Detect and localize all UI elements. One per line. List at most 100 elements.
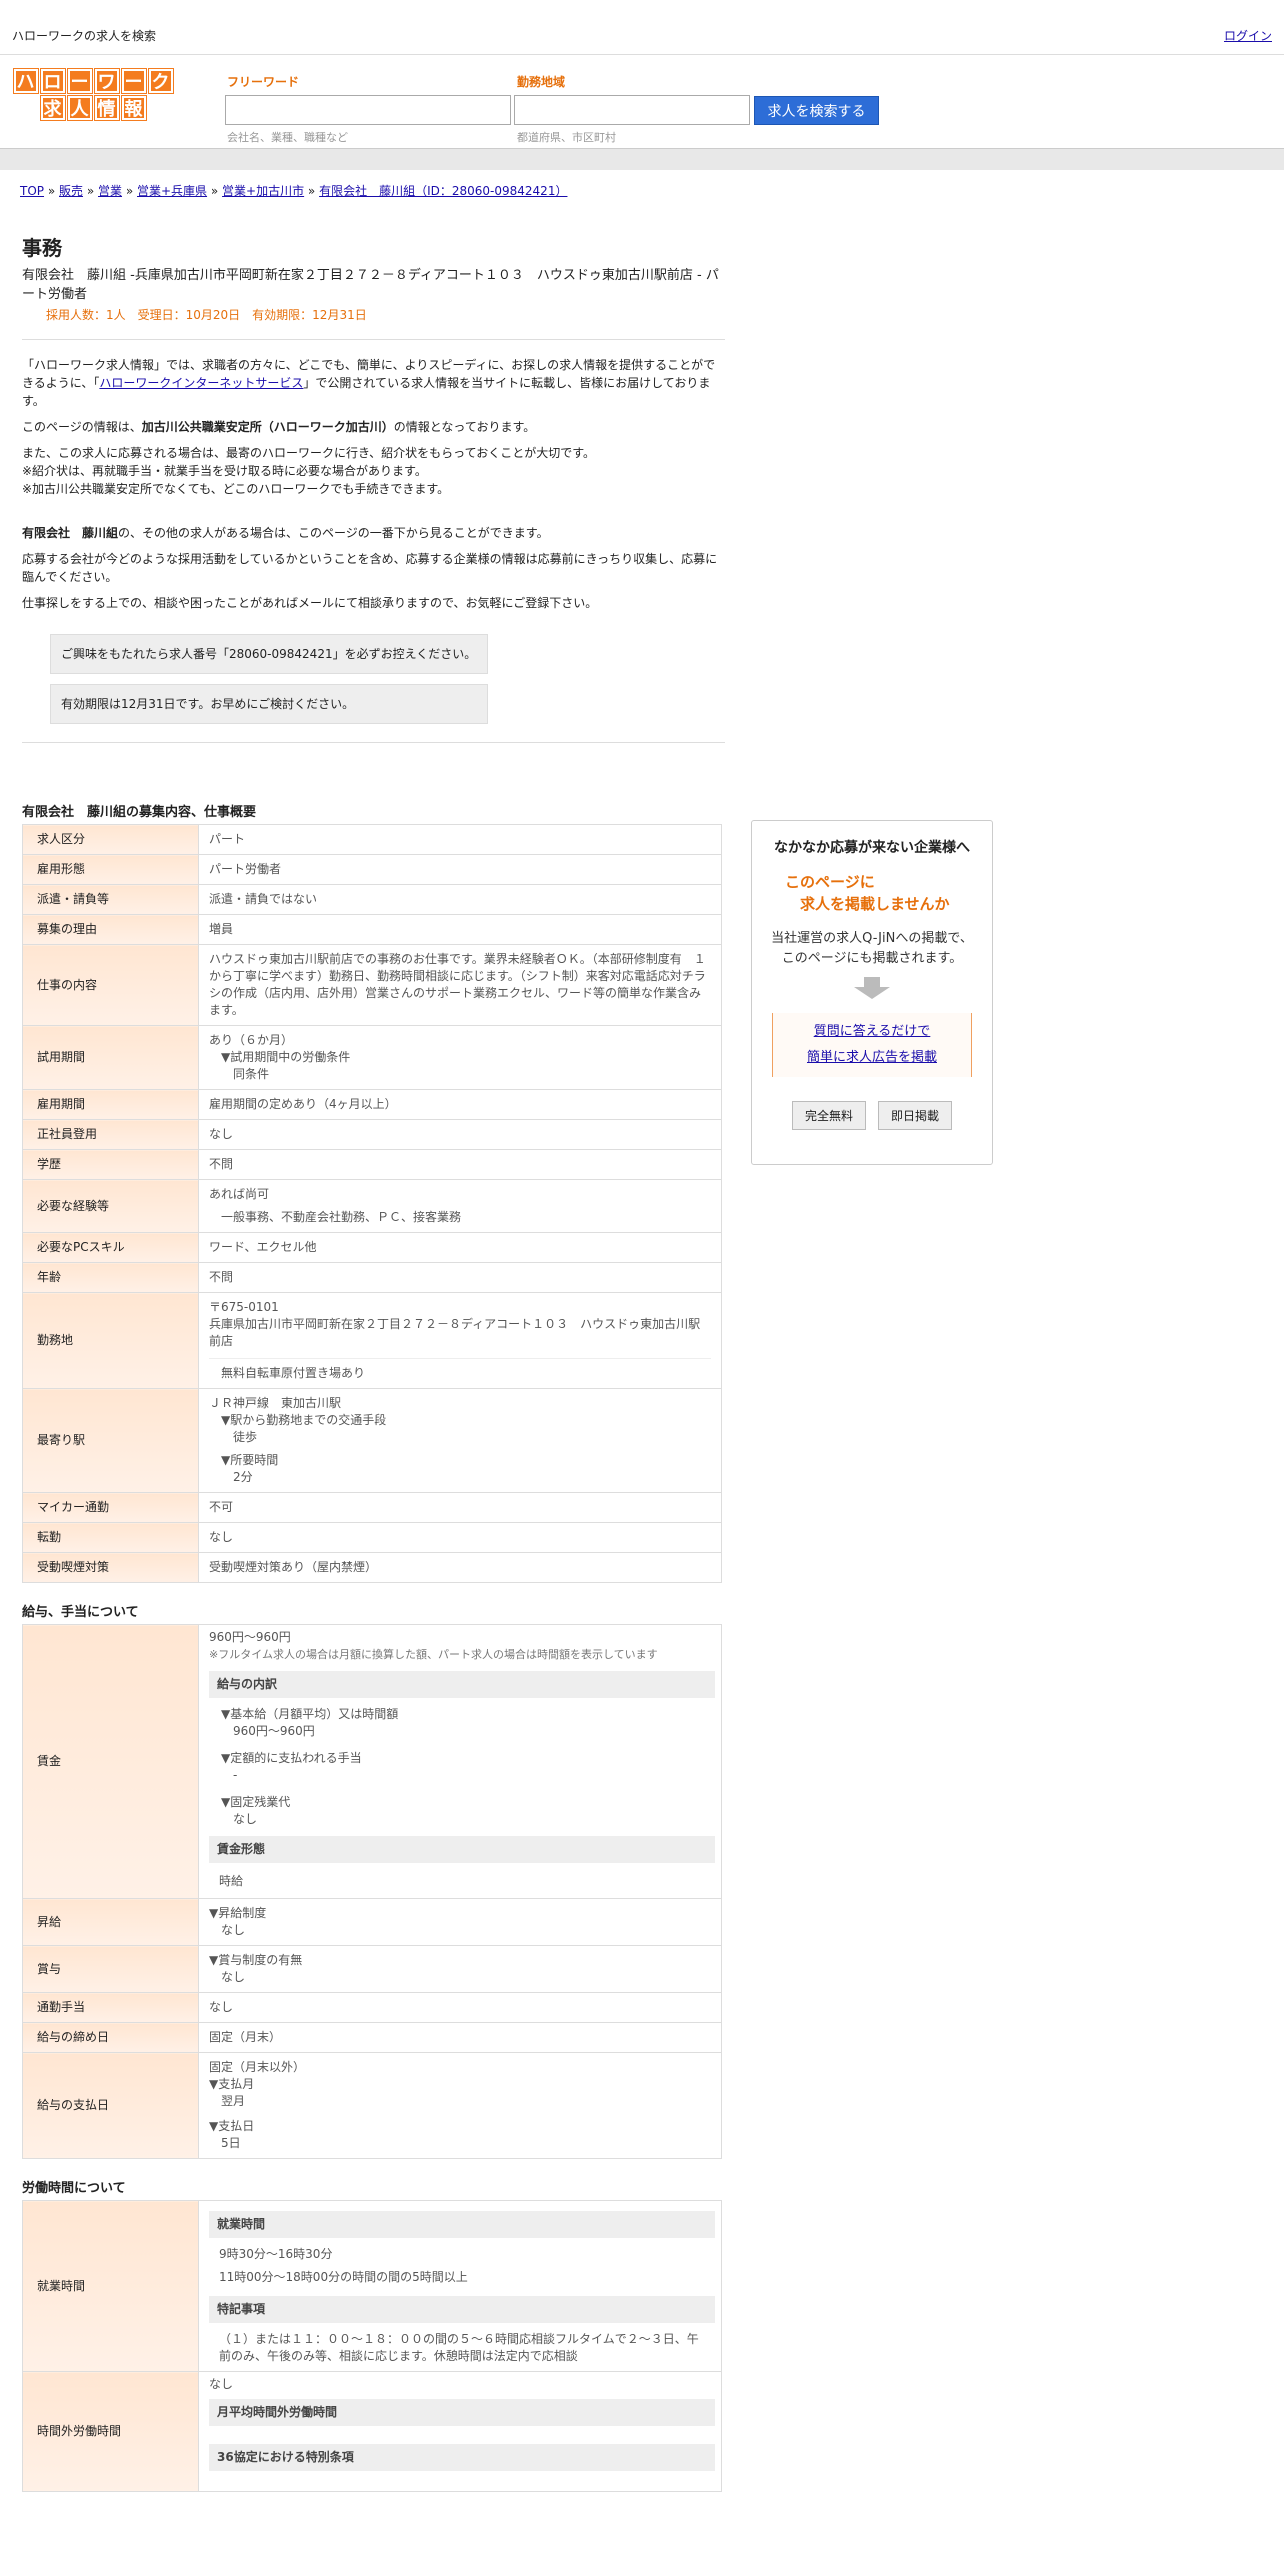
row-label: 雇用形態 <box>22 854 199 885</box>
row-label: 学歴 <box>22 1149 199 1180</box>
row-label: 給与の締め日 <box>22 2022 199 2053</box>
job-meta: 採用人数：1人 受理日：10月20日 有効期限：12月31日 <box>46 308 367 322</box>
section-title: 給与、手当について <box>22 1605 139 1620</box>
same-day-button[interactable]: 即日掲載 <box>878 1101 953 1130</box>
value-line: なし <box>233 1812 258 1826</box>
address: 兵庫県加古川市平岡町新在家２丁目２７２－８ディアコート１０３ ハウスドゥ東加古川… <box>209 1317 701 1348</box>
intro-paragraph: 「ハローワーク求人情報」では、求職者の方々に、どこでも、簡単に、よりスピーディに… <box>22 356 725 410</box>
row-label: 給与の支払日 <box>22 2052 199 2159</box>
value-line: 時給 <box>219 1874 244 1888</box>
value-line: 翌月 <box>221 2094 246 2108</box>
row-label: 求人区分 <box>22 824 199 855</box>
referral-paragraph: また、この求人に応募される場合は、最寄のハローワークに行き、紹介状をもらっておく… <box>22 444 725 498</box>
section-title: 有限会社 藤川組の募集内容、仕事概要 <box>22 805 257 820</box>
breadcrumb-link[interactable]: 営業+兵庫県 <box>137 184 207 198</box>
divider <box>22 339 725 340</box>
referral-line: ※紹介状は、再就職手当・就業手当を受け取る時に必要な場合があります。 <box>22 464 427 478</box>
top-bar: ハローワークの求人を検索 ログイン <box>0 0 1284 55</box>
area-hint: 都道府県、市区町村 <box>517 131 616 144</box>
table-row: 勤務地 〒675-0101 兵庫県加古川市平岡町新在家２丁目２７２－８ディアコート１… <box>22 1292 722 1389</box>
row-value: 就業時間 9時30分〜16時30分 11時00分〜18時00分の時間の間の5時間… <box>198 2200 722 2372</box>
row-value: 固定（月末） <box>198 2022 722 2053</box>
office-text: このページの情報は、 <box>22 420 142 434</box>
ad-text-line: このページにも掲載されます。 <box>781 951 963 966</box>
row-label: 転勤 <box>22 1522 199 1553</box>
table-row: 学歴 不問 <box>22 1149 722 1180</box>
row-value: あれば尚可 一般事務、不動産会社勤務、ＰＣ、接客業務 <box>198 1179 722 1233</box>
logo-char: ー <box>121 69 146 93</box>
table-row: 給与の支払日 固定（月末以外） ▼支払月 翌月 ▼支払日 5日 <box>22 2052 722 2159</box>
row-value: ▼賞与制度の有無 なし <box>198 1945 722 1993</box>
row-label: 賃金 <box>22 1624 199 1899</box>
row-value: ▼昇給制度 なし <box>198 1898 722 1946</box>
breadcrumb-link[interactable]: TOP <box>20 184 44 198</box>
login-link[interactable]: ログイン <box>1224 27 1272 44</box>
table-row: 正社員登用 なし <box>22 1119 722 1150</box>
postal-code: 〒675-0101 <box>209 1300 279 1314</box>
value-line: ▼試用期間中の労働条件 <box>221 1050 351 1064</box>
row-value: 受動喫煙対策あり（屋内禁煙） <box>198 1552 722 1583</box>
value-line: ▼固定残業代 <box>221 1795 291 1809</box>
row-label: 受動喫煙対策 <box>22 1552 199 1583</box>
row-label: マイカー通勤 <box>22 1492 199 1523</box>
subheading: 賃金形態 <box>209 1836 715 1863</box>
search-button[interactable]: 求人を検索する <box>754 96 879 125</box>
table-row: 就業時間 就業時間 9時30分〜16時30分 11時00分〜18時00分の時間の… <box>22 2200 722 2372</box>
free-button[interactable]: 完全無料 <box>791 1101 866 1130</box>
row-label: 仕事の内容 <box>22 944 199 1026</box>
value-line: ▼支払月 <box>209 2077 255 2091</box>
divider-band <box>0 148 1284 170</box>
main-content: 事務 有限会社 藤川組 -兵庫県加古川市平岡町新在家２丁目２７２－８ディアコート… <box>22 232 725 2492</box>
wage-note: ※フルタイム求人の場合は月額に換算した額、パート求人の場合は時間額を表示していま… <box>209 1648 658 1661</box>
referral-line: また、この求人に応募される場合は、最寄のハローワークに行き、紹介状をもらっておく… <box>22 446 596 460</box>
table-row: 通勤手当 なし <box>22 1992 722 2023</box>
consult-text: 仕事探しをする上での、相談や困ったことがあればメールにて相談承りますので、お気軽… <box>22 596 598 610</box>
breadcrumb-link[interactable]: 営業+加古川市 <box>222 184 304 198</box>
row-value: なし <box>198 1119 722 1150</box>
value-line: ▼基本給（月額平均）又は時間額 <box>221 1707 399 1721</box>
logo-char: 情 <box>94 96 119 120</box>
table-row: 募集の理由 増員 <box>22 914 722 945</box>
value-line: ▼昇給制度 <box>209 1906 267 1920</box>
table-row: 必要なPCスキル ワード、エクセル他 <box>22 1232 722 1263</box>
area-input[interactable] <box>514 95 750 125</box>
logo-char: ク <box>148 69 173 93</box>
ad-headline-line: 求人を掲載しませんか <box>800 895 950 913</box>
ad-headline-line: このページに <box>785 873 875 891</box>
down-arrow-icon-head <box>854 987 890 999</box>
subheading: 36協定における特別条項 <box>209 2444 715 2471</box>
table-row: 必要な経験等 あれば尚可 一般事務、不動産会社勤務、ＰＣ、接客業務 <box>22 1179 722 1233</box>
office-paragraph: このページの情報は、加古川公共職業安定所（ハローワーク加古川）の情報となっており… <box>22 418 725 436</box>
value-line: 一般事務、不動産会社勤務、ＰＣ、接客業務 <box>221 1210 462 1224</box>
search-header: ハ ロ ー ワ ー ク 求 人 情 報 フリーワード 会社名、業種、職種など 勤… <box>0 55 1284 148</box>
row-label: 試用期間 <box>22 1025 199 1090</box>
area-label: 勤務地域 <box>517 75 566 89</box>
breadcrumb-link[interactable]: 営業 <box>98 184 122 198</box>
hellowork-internet-link[interactable]: ハローワークインターネットサービス <box>99 376 303 390</box>
job-number-notice: ご興味をもたれたら求人番号「28060-09842421」を必ずお控えください。 <box>50 634 488 674</box>
logo-char: ハ <box>13 69 38 93</box>
logo-char: ワ <box>94 69 119 93</box>
free-word-input[interactable] <box>225 95 511 125</box>
ad-link-question[interactable]: 質問に答えるだけで <box>814 1024 931 1039</box>
divider <box>22 742 725 743</box>
logo-char: 人 <box>67 96 92 120</box>
row-label: 賞与 <box>22 1945 199 1993</box>
site-title: ハローワークの求人を検索 <box>12 29 157 43</box>
row-value: ハウスドゥ東加古川駅前店での事務のお仕事です。業界未経験者ＯＫ。（本部研修制度有… <box>198 944 722 1026</box>
table-row: 試用期間 あり（６か月） ▼試用期間中の労働条件 同条件 <box>22 1025 722 1090</box>
value-line: - <box>233 1768 238 1782</box>
ad-link-post[interactable]: 簡単に求人広告を掲載 <box>807 1050 937 1065</box>
logo-char: ー <box>67 69 92 93</box>
breadcrumb-link[interactable]: 有限会社 藤川組（ID：28060-09842421） <box>319 184 567 198</box>
row-value: パート労働者 <box>198 854 722 885</box>
row-value: あり（６か月） ▼試用期間中の労働条件 同条件 <box>198 1025 722 1090</box>
row-label: 派遣・請負等 <box>22 884 199 915</box>
breadcrumb-link[interactable]: 販売 <box>59 184 83 198</box>
hellowork-logo[interactable]: ハ ロ ー ワ ー ク 求 人 情 報 <box>5 69 181 125</box>
table-row: 昇給 ▼昇給制度 なし <box>22 1898 722 1946</box>
value-line: なし <box>209 2377 234 2391</box>
ad-links: 質問に答えるだけで 簡単に求人広告を掲載 <box>772 1013 972 1077</box>
table-row: マイカー通勤 不可 <box>22 1492 722 1523</box>
table-row: 仕事の内容 ハウスドゥ東加古川駅前店での事務のお仕事です。業界未経験者ＯＫ。（本部… <box>22 944 722 1026</box>
